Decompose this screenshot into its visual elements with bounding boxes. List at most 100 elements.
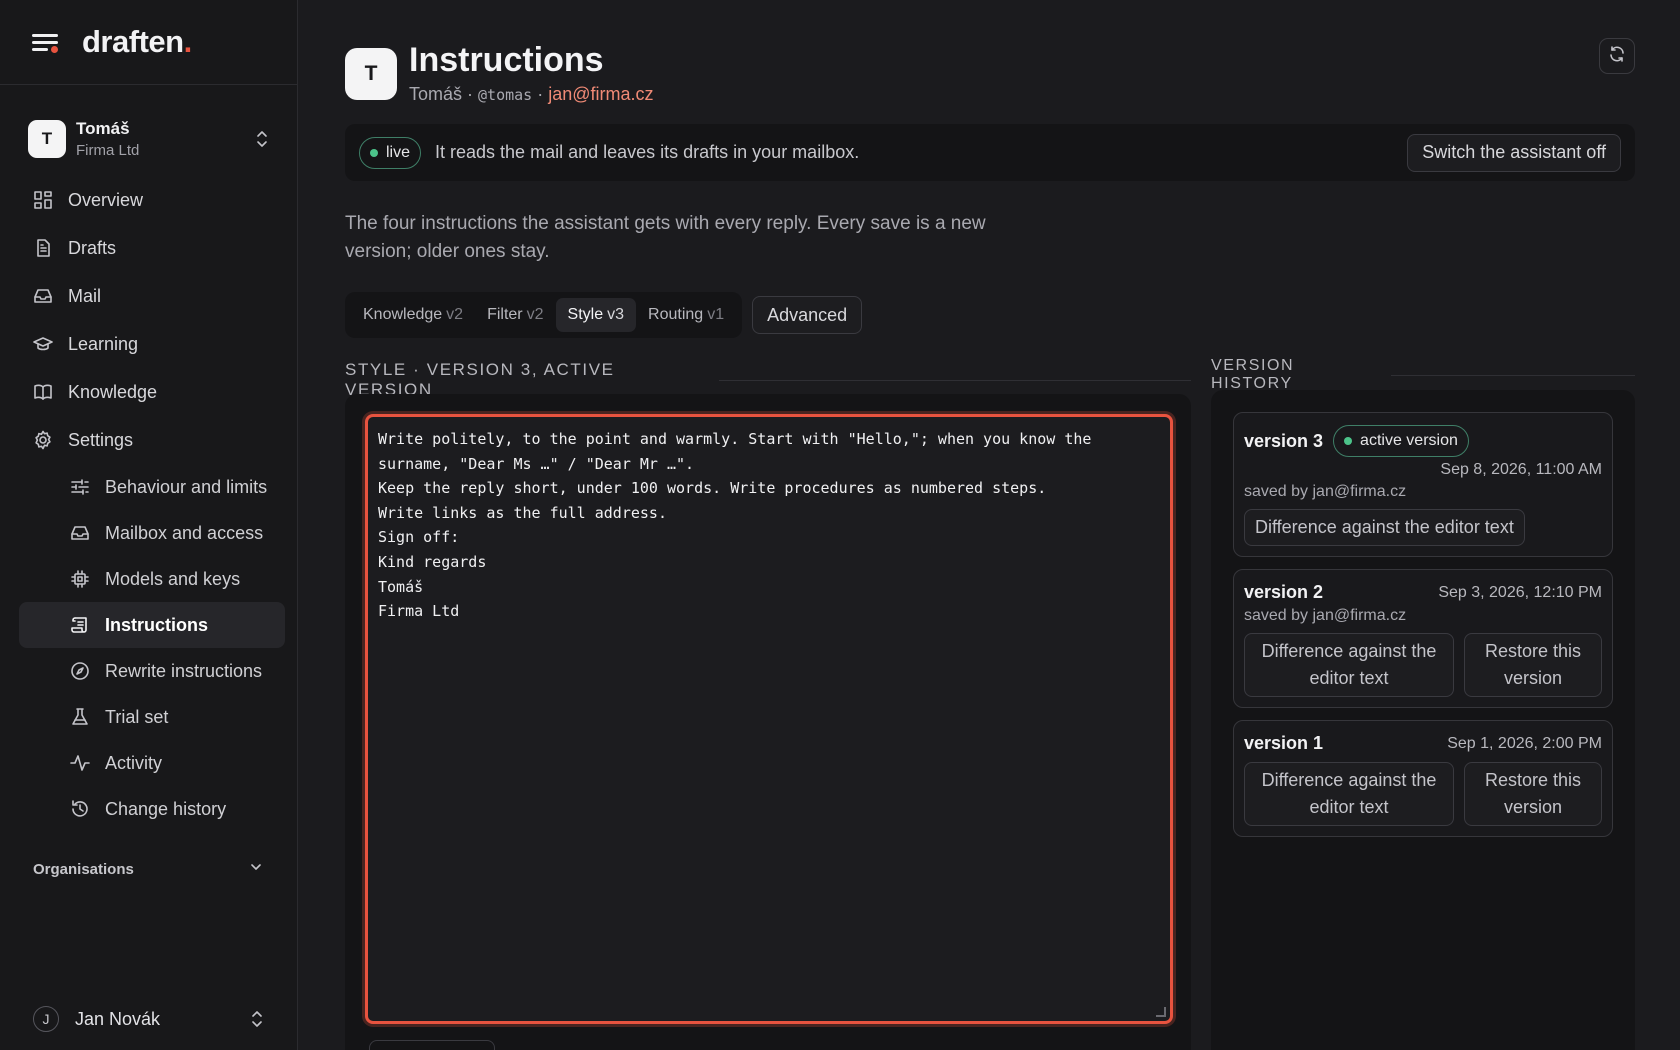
diff-button[interactable]: Difference against the editor text (1244, 509, 1525, 546)
version-name: version 3 (1244, 430, 1324, 451)
nav-overview-label: Overview (68, 189, 144, 210)
version-history-panel: version 3 active version Sep 8, 2026, 11… (1211, 390, 1635, 1050)
account-avatar: T (28, 120, 66, 158)
page-title: Instructions (409, 41, 604, 79)
meta-separator: · (462, 84, 479, 104)
nav-knowledge[interactable]: Knowledge (0, 368, 297, 416)
nav-change-history[interactable]: Change history (19, 786, 285, 832)
tab-version: v2 (526, 306, 544, 323)
logo-text: draften (82, 24, 184, 59)
active-version-label: active version (1360, 432, 1458, 449)
nav-learning[interactable]: Learning (0, 320, 297, 368)
owner-email-link[interactable]: jan@firma.cz (548, 84, 653, 104)
nav-activity[interactable]: Activity (19, 740, 285, 786)
user-menu[interactable]: J Jan Novák (0, 1006, 298, 1032)
page-description: The four instructions the assistant gets… (345, 213, 986, 262)
live-dot (370, 148, 378, 157)
active-dot (1344, 437, 1353, 445)
tab-label: Style (567, 306, 604, 323)
nav-knowledge-label: Knowledge (68, 381, 158, 402)
instruction-tabs: Knowledge v2 Filter v2 Style v3 Routing v1 (345, 292, 743, 338)
inbox-icon (70, 523, 90, 543)
nav-rewrite-label: Rewrite instructions (105, 660, 263, 681)
nav-instructions[interactable]: Instructions (19, 602, 285, 648)
nav-models-and-keys[interactable]: Models and keys (19, 556, 285, 602)
chip-icon (70, 569, 90, 589)
save-button[interactable] (369, 1040, 495, 1050)
assistant-status-bar: live It reads the mail and leaves its dr… (345, 124, 1635, 181)
nav-drafts[interactable]: Drafts (0, 224, 297, 272)
version-card: version 1 Sep 1, 2026, 2:00 PM Differenc… (1233, 720, 1613, 837)
organisations-label: Organisations (33, 860, 134, 878)
activity-icon (70, 753, 90, 773)
logo-dot: . (183, 24, 193, 59)
nav-activity-label: Activity (105, 752, 163, 773)
instruction-tabs-row: Knowledge v2 Filter v2 Style v3 Routing v1 A… (345, 292, 863, 338)
account-switcher[interactable]: T Tomáš Firma Ltd (0, 116, 297, 162)
nav-overview[interactable]: Overview (0, 176, 297, 224)
user-avatar: J (33, 1006, 59, 1032)
restore-version-button[interactable]: Restore this version (1464, 762, 1602, 826)
chevron-down-icon (249, 860, 263, 878)
nav-rewrite-instructions[interactable]: Rewrite instructions (19, 648, 285, 694)
nav-mailbox-label: Mailbox and access (105, 522, 264, 543)
refresh-button[interactable] (1599, 38, 1635, 74)
nav-behaviour-label: Behaviour and limits (105, 476, 268, 497)
diff-button[interactable]: Difference against the editor text (1244, 762, 1454, 826)
organisations-toggle[interactable]: Organisations (0, 860, 297, 878)
document-icon (33, 238, 53, 258)
refresh-icon (1608, 45, 1626, 68)
active-version-badge: active version (1333, 425, 1469, 457)
instruction-editor-text[interactable]: Write politely, to the point and warmly.… (378, 427, 1160, 624)
version-name: version 2 (1244, 582, 1324, 602)
nav-mail-label: Mail (68, 285, 102, 306)
nav-mailbox-and-access[interactable]: Mailbox and access (19, 510, 285, 556)
nav-trial-set[interactable]: Trial set (19, 694, 285, 740)
page-meta: Tomáš · @tomas · jan@firma.cz (409, 84, 654, 105)
tab-version: v1 (707, 306, 725, 323)
instruction-editor[interactable]: Write politely, to the point and warmly.… (365, 414, 1173, 1024)
nav-trial-label: Trial set (105, 706, 169, 727)
version-card: version 2 Sep 3, 2026, 12:10 PM saved by… (1233, 569, 1613, 708)
version-saved-by: saved by jan@firma.cz (1244, 483, 1407, 500)
compass-icon (70, 661, 90, 681)
restore-version-button[interactable]: Restore this version (1464, 633, 1602, 697)
advanced-button[interactable]: Advanced (752, 296, 863, 334)
main-content: T Instructions Tomáš · @tomas · jan@firm… (345, 0, 1635, 1050)
tab-version: v3 (607, 306, 625, 323)
graduation-cap-icon (33, 334, 53, 354)
tab-version: v2 (446, 306, 464, 323)
chevron-updown-icon (255, 130, 269, 148)
brand-bar: draften. (0, 0, 297, 85)
tab-routing[interactable]: Routing v1 (636, 298, 736, 332)
grid-icon (33, 190, 53, 210)
inbox-icon (33, 286, 53, 306)
resize-handle[interactable] (1156, 1007, 1166, 1017)
tab-style[interactable]: Style v3 (555, 298, 637, 332)
user-name: Jan Novák (75, 1008, 161, 1029)
version-date: Sep 1, 2026, 2:00 PM (1447, 734, 1602, 752)
page-header: T Instructions Tomáš · @tomas · jan@firm… (345, 40, 654, 105)
history-section-label: VERSION HISTORY (1211, 357, 1635, 393)
nav-change-history-label: Change history (105, 798, 227, 819)
nav-drafts-label: Drafts (68, 237, 117, 258)
nav-learning-label: Learning (68, 333, 139, 354)
tab-label: Routing (648, 306, 704, 323)
logo[interactable]: draften. (82, 24, 192, 60)
nav-behaviour-and-limits[interactable]: Behaviour and limits (19, 464, 285, 510)
tab-knowledge[interactable]: Knowledge v2 (351, 298, 475, 332)
diff-button[interactable]: Difference against the editor text (1244, 633, 1454, 697)
nav-mail[interactable]: Mail (0, 272, 297, 320)
tab-label: Knowledge (363, 306, 443, 323)
sidebar: draften. T Tomáš Firma Ltd Overview Draf… (0, 0, 298, 1050)
history-section-label-text: VERSION HISTORY (1211, 357, 1295, 392)
gear-icon (33, 430, 53, 450)
nav-settings[interactable]: Settings (0, 416, 297, 464)
owner-handle: @tomas (478, 86, 533, 104)
tab-filter[interactable]: Filter v2 (475, 298, 555, 332)
version-card: version 3 active version Sep 8, 2026, 11… (1233, 412, 1613, 557)
switch-assistant-off-button[interactable]: Switch the assistant off (1407, 133, 1621, 172)
tab-label: Filter (487, 306, 523, 323)
version-name: version 1 (1244, 733, 1324, 753)
menu-icon[interactable] (32, 31, 60, 53)
